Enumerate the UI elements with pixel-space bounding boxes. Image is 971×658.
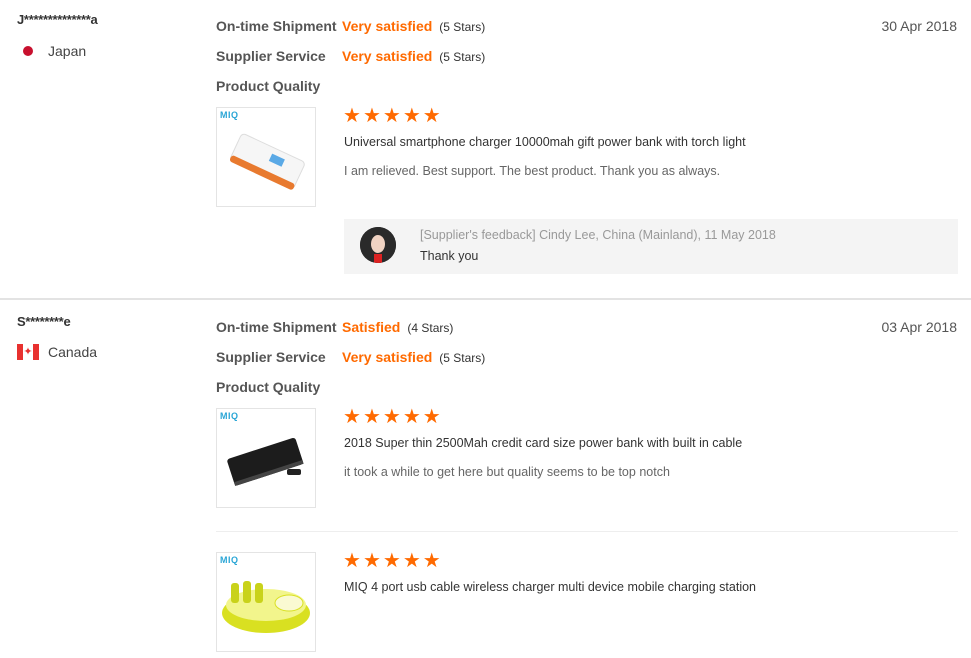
brand-logo: MIQ (220, 411, 239, 421)
rating-label: Supplier Service (216, 349, 326, 365)
feedback-meta: [Supplier's feedback] Cindy Lee, China (… (420, 228, 776, 242)
rating-value: Satisfied (342, 319, 401, 335)
review-comment: I am relieved. Best support. The best pr… (344, 164, 721, 178)
review-date: 30 Apr 2018 (881, 18, 957, 34)
star-icon: ★ (362, 406, 381, 428)
product-title[interactable]: Universal smartphone charger 10000mah gi… (344, 135, 746, 149)
star-icon: ★ (402, 550, 421, 572)
rating-stars-count: (5 Stars) (439, 50, 486, 64)
rating-supplier-service: Supplier Service Very satisfied (5 Stars… (216, 349, 485, 365)
brand-logo: MIQ (220, 110, 239, 120)
buyer-country: Japan (17, 43, 86, 59)
product-rating: ★ ★ ★ ★ ★ (343, 105, 441, 127)
star-icon: ★ (422, 105, 441, 127)
star-icon: ★ (343, 550, 361, 572)
product-title[interactable]: 2018 Super thin 2500Mah credit card size… (344, 436, 742, 450)
review-date: 03 Apr 2018 (881, 319, 957, 335)
product-thumbnail[interactable]: MIQ (216, 107, 316, 207)
review-card: S********e ✦ Canada On-time Shipment Sat… (0, 300, 971, 658)
product-rating: ★ ★ ★ ★ ★ (343, 406, 441, 428)
rating-label: On-time Shipment (216, 18, 337, 34)
rating-ontime-shipment: On-time Shipment Satisfied (4 Stars) (216, 319, 453, 335)
star-icon: ★ (382, 406, 401, 428)
product-review: MIQ ★ ★ ★ ★ ★ 2018 Super thin 2500Mah credit… (216, 406, 958, 508)
rating-label: Product Quality (216, 379, 321, 395)
japan-flag-icon (17, 44, 39, 58)
rating-stars-count: (5 Stars) (439, 20, 486, 34)
product-thumbnail[interactable]: MIQ (216, 408, 316, 508)
star-icon: ★ (343, 406, 361, 428)
power-bank-image (229, 133, 305, 190)
rating-product-quality: Product Quality (216, 379, 342, 395)
product-thumbnail[interactable]: MIQ (216, 552, 316, 652)
product-review: MIQ ★ ★ ★ ★ ★ MIQ 4 port usb cable wireless … (216, 550, 958, 652)
brand-logo: MIQ (220, 555, 239, 565)
product-title[interactable]: MIQ 4 port usb cable wireless charger mu… (344, 580, 756, 594)
rating-label: Product Quality (216, 78, 321, 94)
rating-value: Very satisfied (342, 349, 433, 365)
star-icon: ★ (362, 550, 381, 572)
star-icon: ★ (422, 406, 441, 428)
review-comment: it took a while to get here but quality … (344, 465, 670, 479)
supplier-avatar (360, 227, 396, 263)
star-icon: ★ (382, 105, 401, 127)
charging-station-image (222, 581, 310, 633)
rating-product-quality: Product Quality (216, 78, 342, 94)
buyer-name: J**************a (17, 12, 98, 27)
star-icon: ★ (343, 105, 361, 127)
country-name: Canada (48, 344, 98, 360)
rating-value: Very satisfied (342, 18, 433, 34)
product-separator (216, 531, 958, 532)
rating-stars-count: (5 Stars) (439, 351, 486, 365)
supplier-feedback: [Supplier's feedback] Cindy Lee, China (… (344, 219, 958, 274)
product-rating: ★ ★ ★ ★ ★ (343, 550, 441, 572)
feedback-text: Thank you (420, 249, 479, 263)
buyer-country: ✦ Canada (17, 344, 97, 360)
review-card: J**************a Japan On-time Shipment … (0, 0, 971, 298)
buyer-name: S********e (17, 314, 71, 329)
rating-label: Supplier Service (216, 48, 326, 64)
rating-value: Very satisfied (342, 48, 433, 64)
rating-supplier-service: Supplier Service Very satisfied (5 Stars… (216, 48, 485, 64)
star-icon: ★ (422, 550, 441, 572)
star-icon: ★ (402, 105, 421, 127)
rating-stars-count: (4 Stars) (407, 321, 454, 335)
rating-label: On-time Shipment (216, 319, 337, 335)
rating-ontime-shipment: On-time Shipment Very satisfied (5 Stars… (216, 18, 485, 34)
canada-flag-icon: ✦ (17, 344, 39, 360)
star-icon: ★ (402, 406, 421, 428)
product-review: MIQ ★ ★ ★ ★ ★ Universal smartphone charger 1… (216, 105, 958, 207)
star-icon: ★ (382, 550, 401, 572)
star-icon: ★ (362, 105, 381, 127)
power-bank-image (227, 437, 304, 487)
country-name: Japan (48, 43, 87, 59)
avatar-image (360, 227, 396, 263)
